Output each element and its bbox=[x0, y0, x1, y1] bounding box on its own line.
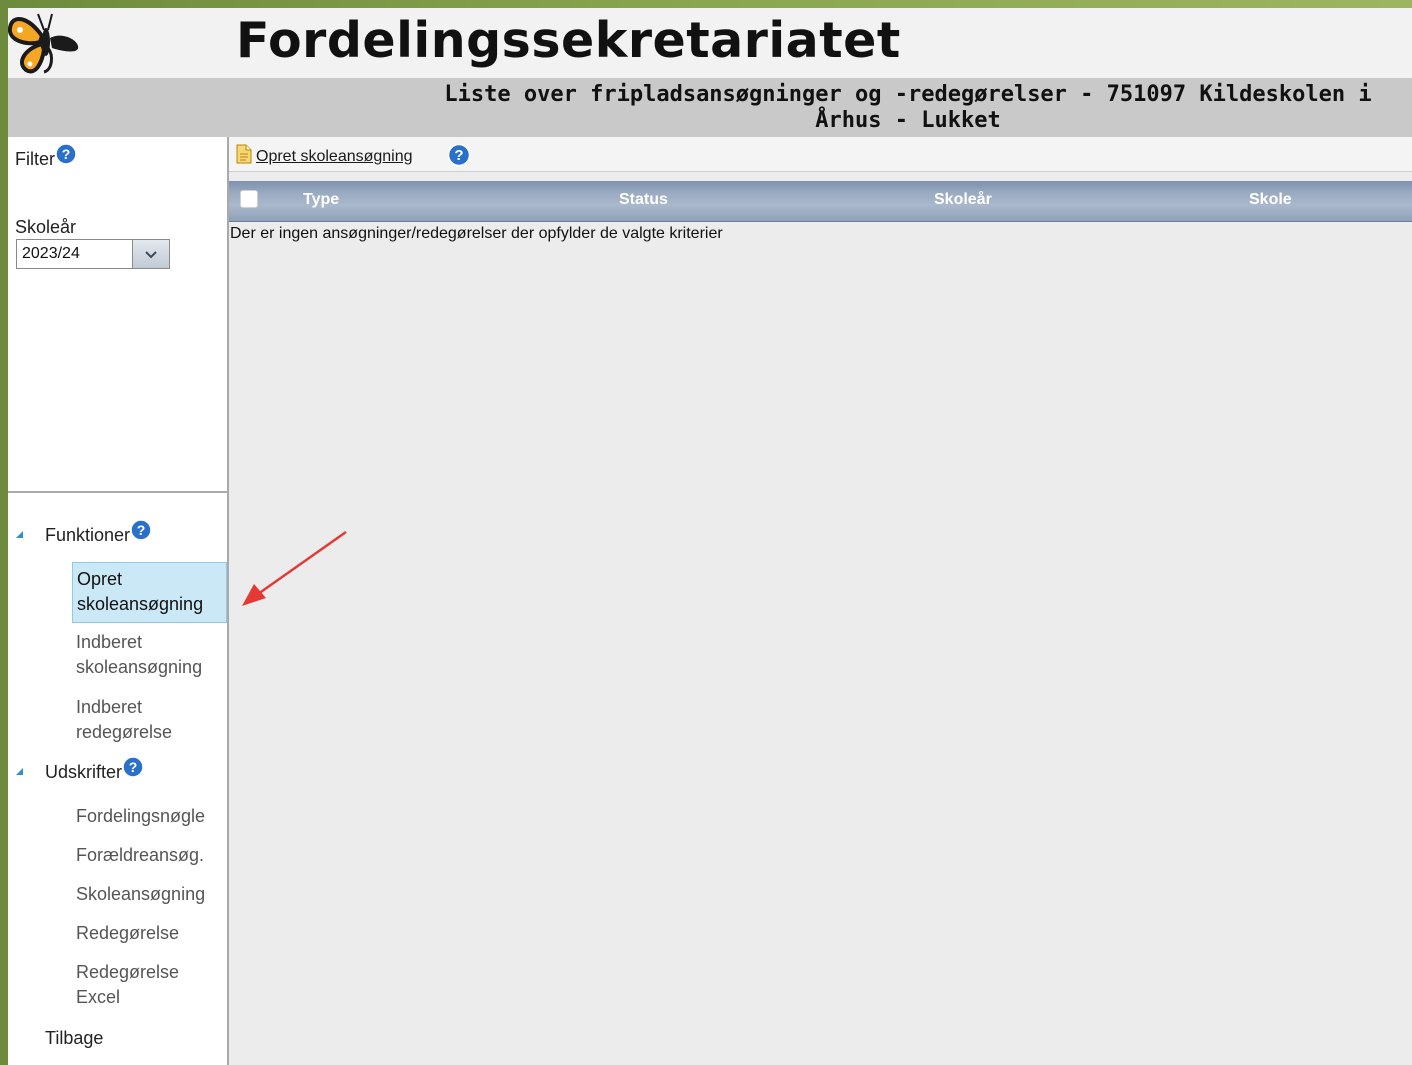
nav-item-indberet-redegorelse[interactable]: Indberet redegørelse bbox=[72, 691, 227, 749]
svg-text:?: ? bbox=[454, 147, 463, 164]
nav-group-label: Udskrifter bbox=[45, 762, 123, 782]
column-header-skole[interactable]: Skole bbox=[1249, 191, 1292, 209]
page-title: Liste over fripladsansøgninger og -redeg… bbox=[444, 82, 1372, 133]
select-all-checkbox[interactable] bbox=[240, 190, 258, 208]
nav-item-redegorelse-excel[interactable]: Redegørelse Excel bbox=[72, 956, 227, 1014]
skolear-label: Skoleår bbox=[15, 217, 77, 237]
help-icon[interactable]: ? bbox=[122, 756, 144, 778]
nav-group-label: Funktioner bbox=[45, 525, 131, 545]
page-heading-bar: Liste over fripladsansøgninger og -redeg… bbox=[8, 78, 1412, 137]
expand-triangle-icon bbox=[16, 768, 23, 775]
filter-label: Filter bbox=[15, 149, 55, 169]
create-school-application-link[interactable]: Opret skoleansøgning bbox=[235, 144, 413, 166]
skolear-selected-value: 2023/24 bbox=[22, 245, 80, 262]
help-icon[interactable]: ? bbox=[55, 143, 77, 165]
svg-text:?: ? bbox=[137, 522, 146, 538]
column-header-status[interactable]: Status bbox=[619, 191, 668, 209]
create-link-label: Opret skoleansøgning bbox=[256, 148, 413, 165]
main-content: Opret skoleansøgning ? Type Status Skole… bbox=[229, 137, 1412, 1065]
empty-state-message: Der er ingen ansøgninger/redegørelser de… bbox=[230, 225, 723, 242]
nav-item-fordelingsnogle[interactable]: Fordelingsnøgle bbox=[72, 800, 227, 833]
chevron-down-icon[interactable] bbox=[132, 240, 169, 268]
new-document-icon bbox=[236, 144, 252, 164]
help-icon[interactable]: ? bbox=[130, 519, 152, 541]
column-header-skolear[interactable]: Skoleår bbox=[934, 191, 992, 209]
header: Fordelingssekretariatet bbox=[8, 8, 1412, 78]
column-header-type[interactable]: Type bbox=[303, 191, 339, 209]
filter-heading: Filter? bbox=[15, 143, 77, 170]
app-title: Fordelingssekretariatet bbox=[236, 12, 901, 69]
svg-text:?: ? bbox=[129, 759, 138, 775]
nav-item-foraeldreansog[interactable]: Forældreansøg. bbox=[72, 839, 227, 872]
butterfly-logo-icon bbox=[8, 13, 79, 74]
help-icon[interactable]: ? bbox=[447, 143, 471, 167]
sidebar: Filter? Skoleår 2023/24 Funktioner? Opre… bbox=[8, 137, 229, 1065]
skolear-select[interactable]: 2023/24 bbox=[16, 239, 170, 269]
filter-panel: Filter? Skoleår 2023/24 bbox=[8, 137, 227, 493]
nav-item-redegorelse[interactable]: Redegørelse bbox=[72, 917, 227, 950]
nav-item-opret-skoleansogning[interactable]: Opret skoleansøgning bbox=[72, 562, 227, 623]
back-label: Tilbage bbox=[45, 1028, 104, 1048]
expand-triangle-icon bbox=[16, 531, 23, 538]
nav-item-skoleansogning[interactable]: Skoleansøgning bbox=[72, 878, 227, 911]
toolbar: Opret skoleansøgning ? bbox=[229, 137, 1412, 172]
app-window: Fordelingssekretariatet Liste over fripl… bbox=[8, 8, 1412, 1065]
grid-header: Type Status Skoleår Skole bbox=[229, 181, 1412, 222]
svg-text:?: ? bbox=[62, 146, 71, 162]
annotation-arrow bbox=[242, 530, 347, 606]
nav-item-indberet-skoleansogning[interactable]: Indberet skoleansøgning bbox=[72, 626, 227, 684]
